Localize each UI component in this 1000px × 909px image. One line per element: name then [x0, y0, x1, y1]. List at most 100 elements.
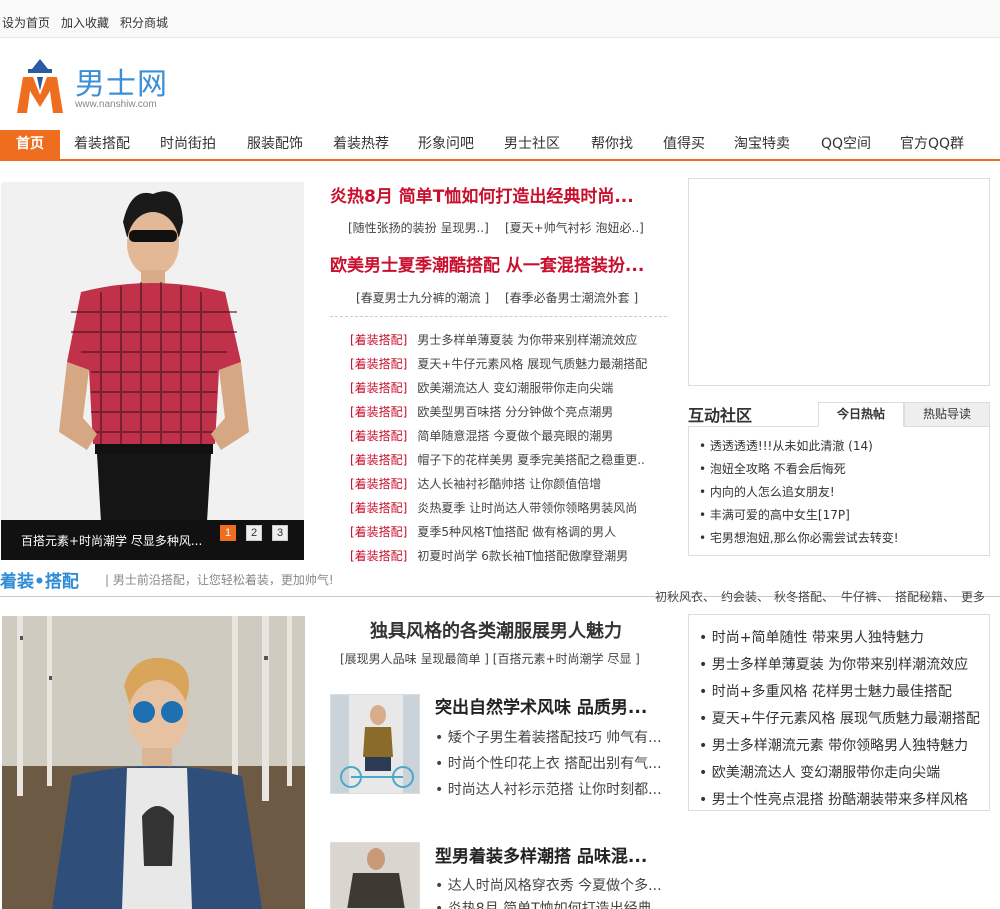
news-item[interactable]: [着装搭配] 初夏时尚学 6款长袖T恤搭配傲摩登潮男 — [350, 547, 628, 564]
slide-pager-1[interactable]: 1 — [220, 525, 236, 541]
hero-photo — [1, 182, 304, 522]
nav-worth-buy[interactable]: 值得买 — [654, 130, 714, 159]
add-favorite-link[interactable]: 加入收藏 — [61, 14, 109, 31]
hero-slideshow[interactable]: 百搭元素+时尚潮学 尽显多种风... 1 2 3 — [1, 182, 304, 560]
card-link-text: 达人时尚风格穿衣秀 今夏做个多... — [447, 878, 662, 894]
nav-qq-group[interactable]: 官方QQ群 — [892, 130, 972, 159]
community-post[interactable]: • 丰满可爱的高中女生[17P] — [699, 506, 850, 523]
main-nav: 首页 着装搭配 时尚街拍 服装配饰 着装热荐 形象问吧 男士社区 帮你找 值得买… — [0, 130, 1000, 161]
card-title[interactable]: 型男着装多样潮搭 品味混... — [435, 842, 647, 867]
nav-qq-space[interactable]: QQ空间 — [808, 130, 884, 159]
section-link[interactable]: 搭配秘籍、 — [895, 588, 955, 605]
news-item[interactable]: [着装搭配] 男士多样单薄夏装 为你带来别样潮流效应 — [350, 331, 637, 348]
section-title[interactable]: 着装•搭配 — [0, 567, 79, 592]
section-link[interactable]: 初秋风衣、 — [655, 588, 715, 605]
section-link[interactable]: 秋冬搭配、 — [774, 588, 834, 605]
news-item[interactable]: [着装搭配] 夏季5种风格T恤搭配 做有格调的男人 — [350, 523, 616, 540]
headline-1-sublink-2[interactable]: [夏天+帅气衬衫 泡妞必..] — [505, 219, 644, 236]
hero-caption-text[interactable]: 百搭元素+时尚潮学 尽显多种风... — [21, 532, 202, 549]
feature-sublinks[interactable]: [展现男人品味 呈现最简单 ] [百搭元素+时尚潮学 尽显 ] — [340, 650, 640, 667]
nav-taobao[interactable]: 淘宝特卖 — [724, 130, 800, 159]
card-thumbnail-image — [331, 843, 419, 908]
news-tag: [着装搭配] — [350, 549, 408, 563]
news-text: 达人长袖衬衫酷帅搭 让你颜值倍增 — [417, 477, 602, 491]
news-item[interactable]: [着装搭配] 简单随意混搭 今夏做个最亮眼的潮男 — [350, 427, 613, 444]
set-home-link[interactable]: 设为首页 — [2, 14, 50, 31]
news-tag: [着装搭配] — [350, 525, 408, 539]
list-item-text: 时尚+简单随性 带来男人独特魅力 — [711, 630, 924, 646]
nav-community[interactable]: 男士社区 — [494, 130, 570, 159]
tab-hot-guide[interactable]: 热贴导读 — [904, 402, 990, 427]
news-tag: [着装搭配] — [350, 501, 408, 515]
list-item[interactable]: • 男士个性亮点混搭 扮酷潮装带来多样风格 — [699, 789, 968, 809]
community-post[interactable]: • 内向的人怎么追女朋友! — [699, 483, 835, 500]
tab-hot-today[interactable]: 今日热帖 — [818, 402, 904, 427]
list-item[interactable]: • 男士多样潮流元素 带你领略男人独特魅力 — [699, 735, 968, 755]
card-link[interactable]: • 矮个子男生着装搭配技巧 帅气有... — [435, 727, 662, 747]
site-logo[interactable]: 男士网 www.nanshiw.com — [15, 55, 185, 115]
top-bar: 设为首页 加入收藏 积分商城 — [0, 0, 1000, 38]
nav-recommend[interactable]: 着装热荐 — [323, 130, 399, 159]
community-box: • 透透透透!!!从未如此清澈 (14) • 泡妞全攻略 不看会后悔死 • 内向… — [688, 426, 990, 556]
card-link[interactable]: • 炎热8月 简单T恤如何打造出经典... — [435, 898, 665, 909]
news-item[interactable]: [着装搭配] 欧美型男百味搭 分分钟做个亮点潮男 — [350, 403, 613, 420]
list-item-text: 男士多样潮流元素 带你领略男人独特魅力 — [711, 738, 969, 754]
list-item[interactable]: • 夏天+牛仔元素风格 展现气质魅力最潮搭配 — [699, 708, 980, 728]
news-text: 男士多样单薄夏装 为你带来别样潮流效应 — [417, 333, 638, 347]
community-post[interactable]: • 宅男想泡妞,那么你必需尝试去转变! — [699, 529, 899, 546]
community-title: 互动社区 — [688, 406, 753, 425]
section-link[interactable]: 约会装、 — [721, 588, 769, 605]
card-link[interactable]: • 时尚达人衬衫示范搭 让你时刻都... — [435, 779, 662, 799]
card-link[interactable]: • 时尚个性印花上衣 搭配出别有气... — [435, 753, 662, 773]
news-item[interactable]: [着装搭配] 炎热夏季 让时尚达人带领你领略男装风尚 — [350, 499, 637, 516]
section-link[interactable]: 牛仔裤、 — [841, 588, 889, 605]
feature-photo[interactable] — [2, 616, 305, 909]
news-item[interactable]: [着装搭配] 夏天+牛仔元素风格 展现气质魅力最潮搭配 — [350, 355, 647, 372]
list-item[interactable]: • 时尚+简单随性 带来男人独特魅力 — [699, 627, 924, 647]
card-thumbnail[interactable] — [330, 694, 420, 794]
slide-pager-3[interactable]: 3 — [272, 525, 288, 541]
news-tag: [着装搭配] — [350, 381, 408, 395]
headline-1[interactable]: 炎热8月 简单T恤如何打造出经典时尚... — [330, 182, 634, 207]
card-thumbnail[interactable] — [330, 842, 420, 909]
list-item-text: 欧美潮流达人 变幻潮服带你走向尖端 — [711, 765, 941, 781]
card-link-text: 炎热8月 简单T恤如何打造出经典... — [447, 901, 665, 909]
feature-title[interactable]: 独具风格的各类潮服展男人魅力 — [370, 617, 622, 643]
hero-caption-bar: 百搭元素+时尚潮学 尽显多种风... 1 2 3 — [1, 520, 304, 560]
list-item[interactable]: • 欧美潮流达人 变幻潮服带你走向尖端 — [699, 762, 940, 782]
list-item[interactable]: • 时尚+多重风格 花样男士魅力最佳搭配 — [699, 681, 952, 701]
news-text: 帽子下的花样美男 夏季完美搭配之稳重更.. — [417, 453, 645, 467]
card-link-text: 矮个子男生着装搭配技巧 帅气有... — [447, 730, 662, 746]
news-tag: [着装搭配] — [350, 477, 408, 491]
nav-image-qa[interactable]: 形象问吧 — [408, 130, 484, 159]
nav-street[interactable]: 时尚街拍 — [150, 130, 226, 159]
news-item[interactable]: [着装搭配] 帽子下的花样美男 夏季完美搭配之稳重更.. — [350, 451, 645, 468]
community-post-title: 泡妞全攻略 不看会后悔死 — [709, 462, 846, 476]
news-tag: [着装搭配] — [350, 429, 408, 443]
headline-2-sublink-2[interactable]: [春季必备男士潮流外套 ] — [505, 289, 638, 306]
section-more-link[interactable]: 更多 — [961, 588, 985, 605]
news-item[interactable]: [着装搭配] 欧美潮流达人 变幻潮服带你走向尖端 — [350, 379, 613, 396]
news-text: 夏天+牛仔元素风格 展现气质魅力最潮搭配 — [417, 357, 648, 371]
nav-accessories[interactable]: 服装配饰 — [237, 130, 313, 159]
nav-help-find[interactable]: 帮你找 — [582, 130, 642, 159]
news-text: 欧美潮流达人 变幻潮服带你走向尖端 — [417, 381, 614, 395]
points-mall-link[interactable]: 积分商城 — [120, 14, 168, 31]
news-item[interactable]: [着装搭配] 达人长袖衬衫酷帅搭 让你颜值倍增 — [350, 475, 601, 492]
headline-2-sublink-1[interactable]: [春夏男士九分裤的潮流 ] — [356, 289, 489, 306]
nav-outfit[interactable]: 着装搭配 — [64, 130, 140, 159]
headline-2[interactable]: 欧美男士夏季潮酷搭配 从一套混搭装扮... — [330, 251, 644, 276]
slide-pager-2[interactable]: 2 — [246, 525, 262, 541]
list-item[interactable]: • 男士多样单薄夏装 为你带来别样潮流效应 — [699, 654, 968, 674]
ad-placeholder — [688, 178, 990, 386]
news-tag: [着装搭配] — [350, 357, 408, 371]
card-title[interactable]: 突出自然学术风味 品质男... — [435, 693, 647, 718]
nav-home[interactable]: 首页 — [0, 130, 60, 159]
headline-1-sublink-1[interactable]: [随性张扬的装扮 呈现男..] — [348, 219, 489, 236]
community-post[interactable]: • 泡妞全攻略 不看会后悔死 — [699, 460, 846, 477]
right-article-list: • 时尚+简单随性 带来男人独特魅力 • 男士多样单薄夏装 为你带来别样潮流效应… — [688, 614, 990, 811]
community-post-title: 宅男想泡妞,那么你必需尝试去转变! — [709, 531, 899, 545]
community-post[interactable]: • 透透透透!!!从未如此清澈 (14) — [699, 437, 873, 454]
card-link[interactable]: • 达人时尚风格穿衣秀 今夏做个多... — [435, 875, 662, 895]
news-tag: [着装搭配] — [350, 333, 408, 347]
